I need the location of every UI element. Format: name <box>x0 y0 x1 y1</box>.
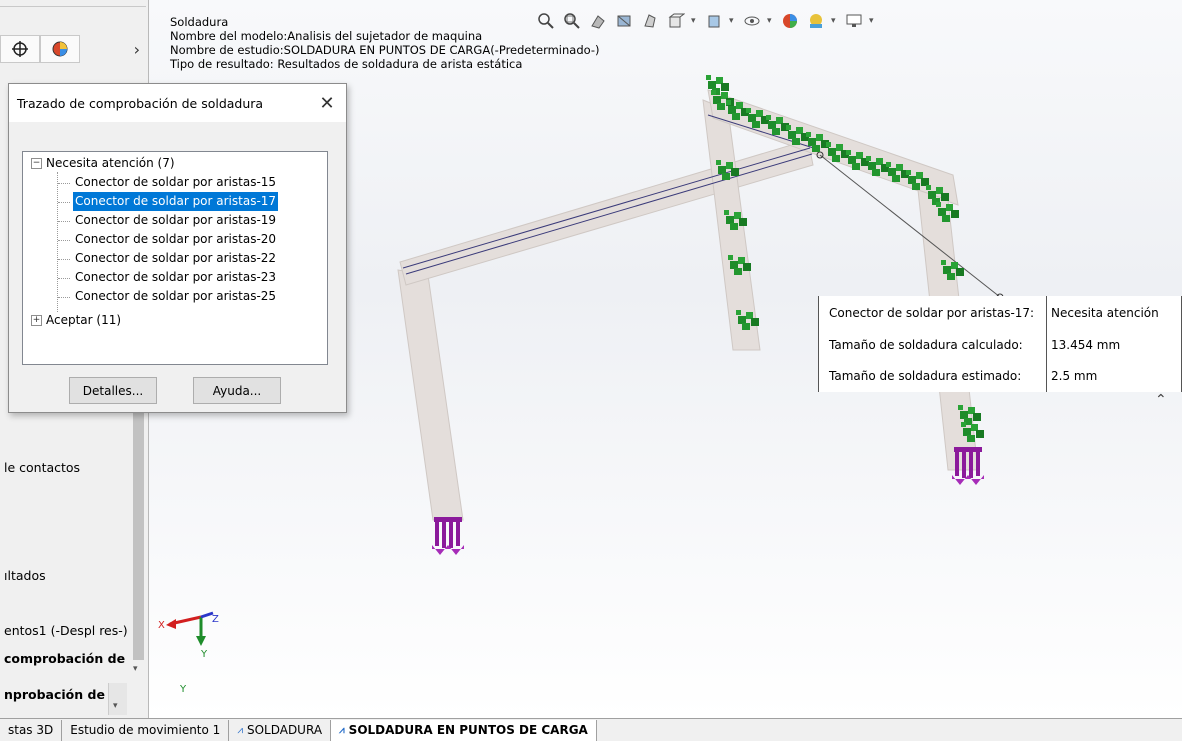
tree-item[interactable]: Conector de soldar por aristas-23 <box>73 268 278 287</box>
tab-label: SOLDADURA EN PUNTOS DE CARGA <box>348 722 588 737</box>
header-line-4: Tipo de resultado: Resultados de soldadu… <box>170 57 523 71</box>
hide-show-icon[interactable] <box>741 10 763 32</box>
panel-item-results[interactable]: ıltados <box>4 568 46 583</box>
study-icon: ⩘ <box>237 724 243 736</box>
triad-x-label: X <box>158 620 165 631</box>
heads-up-toolbar: ▾ ▾ ▾ ▾ ▾ <box>535 8 877 34</box>
panel-item-contacts[interactable]: le contactos <box>4 460 80 475</box>
appearance-icon[interactable] <box>40 35 80 63</box>
tab-soldadura-puntos-carga[interactable]: ⩘ SOLDADURA EN PUNTOS DE CARGA <box>331 719 597 741</box>
result-row-connector: Conector de soldar por aristas-17: Neces… <box>819 298 1181 328</box>
panel-item-weld-check-1[interactable]: comprobación de <box>4 651 125 666</box>
weld-result-tooltip: Conector de soldar por aristas-17: Neces… <box>818 296 1182 392</box>
edit-appearance-icon[interactable] <box>779 10 801 32</box>
view-orientation-icon[interactable] <box>665 10 687 32</box>
collapse-icon[interactable]: − <box>31 158 42 169</box>
result-value: Necesita atención <box>1051 306 1159 320</box>
tree-connector <box>57 172 58 312</box>
panel-scrollbar[interactable]: ▾ <box>131 410 146 680</box>
result-label: Conector de soldar por aristas-17: <box>829 306 1035 320</box>
result-row-calculated: Tamaño de soldadura calculado: 13.454 mm <box>819 330 1181 360</box>
fixtures <box>432 447 984 555</box>
bottom-tab-bar: stas 3D Estudio de movimiento 1 ⩘ SOLDAD… <box>0 718 1182 741</box>
tree-item-selected[interactable]: Conector de soldar por aristas-17 <box>71 191 280 212</box>
triad-y-label: Y <box>200 649 208 660</box>
tree-item[interactable]: Conector de soldar por aristas-22 <box>73 249 278 268</box>
chevron-down-icon[interactable]: ▾ <box>691 16 699 26</box>
tree-item[interactable]: Conector de soldar por aristas-15 <box>73 173 278 192</box>
weld-check-dialog: Trazado de comprobación de soldadura ✕ −… <box>8 83 347 413</box>
section-view-icon[interactable] <box>613 10 635 32</box>
weld-tree[interactable]: − Necesita atención (7) Conector de solda… <box>22 151 328 365</box>
chevron-down-icon[interactable]: ▾ <box>113 701 118 711</box>
tree-group-label: Necesita atención (7) <box>46 156 175 170</box>
tree-group-accept[interactable]: + Aceptar (11) <box>31 311 121 330</box>
result-label: Tamaño de soldadura estimado: <box>829 369 1022 383</box>
close-icon[interactable]: ✕ <box>308 84 346 122</box>
header-line-3: Nombre de estudio:SOLDADURA EN PUNTOS DE… <box>170 43 600 57</box>
chevron-down-icon[interactable]: ▾ <box>869 16 877 26</box>
study-icon: ⩘ <box>339 724 345 736</box>
details-button[interactable]: Detalles... <box>69 377 157 404</box>
tab-soldadura[interactable]: ⩘ SOLDADURA <box>229 719 332 741</box>
result-label: Tamaño de soldadura calculado: <box>829 338 1023 352</box>
dialog-title: Trazado de comprobación de soldadura <box>17 95 264 111</box>
help-button[interactable]: Ayuda... <box>193 377 281 404</box>
scrollbar-thumb[interactable] <box>133 410 144 660</box>
crosshair-icon[interactable] <box>0 35 40 63</box>
tree-group-label: Aceptar (11) <box>46 313 122 327</box>
tab-3d-views[interactable]: stas 3D <box>0 719 63 741</box>
chevron-down-icon[interactable]: ▾ <box>729 16 737 26</box>
scene-icon[interactable] <box>805 10 827 32</box>
tree-group-needs-attention[interactable]: − Necesita atención (7) <box>31 154 175 173</box>
result-row-estimated: Tamaño de soldadura estimado: 2.5 mm <box>819 361 1181 391</box>
tree-item[interactable]: Conector de soldar por aristas-20 <box>73 230 278 249</box>
panel-tabs: › <box>0 34 146 64</box>
zoom-to-area-icon[interactable] <box>561 10 583 32</box>
tree-item[interactable]: Conector de soldar por aristas-25 <box>73 287 278 306</box>
previous-view-icon[interactable] <box>587 10 609 32</box>
panel-scrollbar-2[interactable]: ▾ <box>108 683 127 715</box>
tree-item[interactable]: Conector de soldar por aristas-19 <box>73 211 278 230</box>
view-settings-icon[interactable] <box>639 10 661 32</box>
tab-label: SOLDADURA <box>246 722 323 737</box>
chevron-right-icon[interactable]: › <box>134 40 140 59</box>
dialog-titlebar[interactable]: Trazado de comprobación de soldadura ✕ <box>9 84 346 122</box>
panel-item-displacement[interactable]: entos1 (-Despl res-) <box>4 623 128 638</box>
triad-y2-label: Y <box>179 684 187 695</box>
chevron-up-icon[interactable]: ⌃ <box>1155 392 1167 408</box>
display-style-icon[interactable] <box>703 10 725 32</box>
triad: X Y Z Y <box>158 611 219 695</box>
result-value: 2.5 mm <box>1051 369 1098 383</box>
expand-icon[interactable]: + <box>31 315 42 326</box>
triad-z-label: Z <box>212 614 219 625</box>
result-value: 13.454 mm <box>1051 338 1121 352</box>
tab-motion-study[interactable]: Estudio de movimiento 1 <box>62 719 230 741</box>
chevron-down-icon[interactable]: ▾ <box>831 16 839 26</box>
chevron-down-icon[interactable]: ▾ <box>133 664 138 674</box>
panel-item-weld-check-2[interactable]: nprobación de <box>4 687 105 702</box>
zoom-to-fit-icon[interactable] <box>535 10 557 32</box>
display-manager-icon[interactable] <box>843 10 865 32</box>
chevron-down-icon[interactable]: ▾ <box>767 16 775 26</box>
